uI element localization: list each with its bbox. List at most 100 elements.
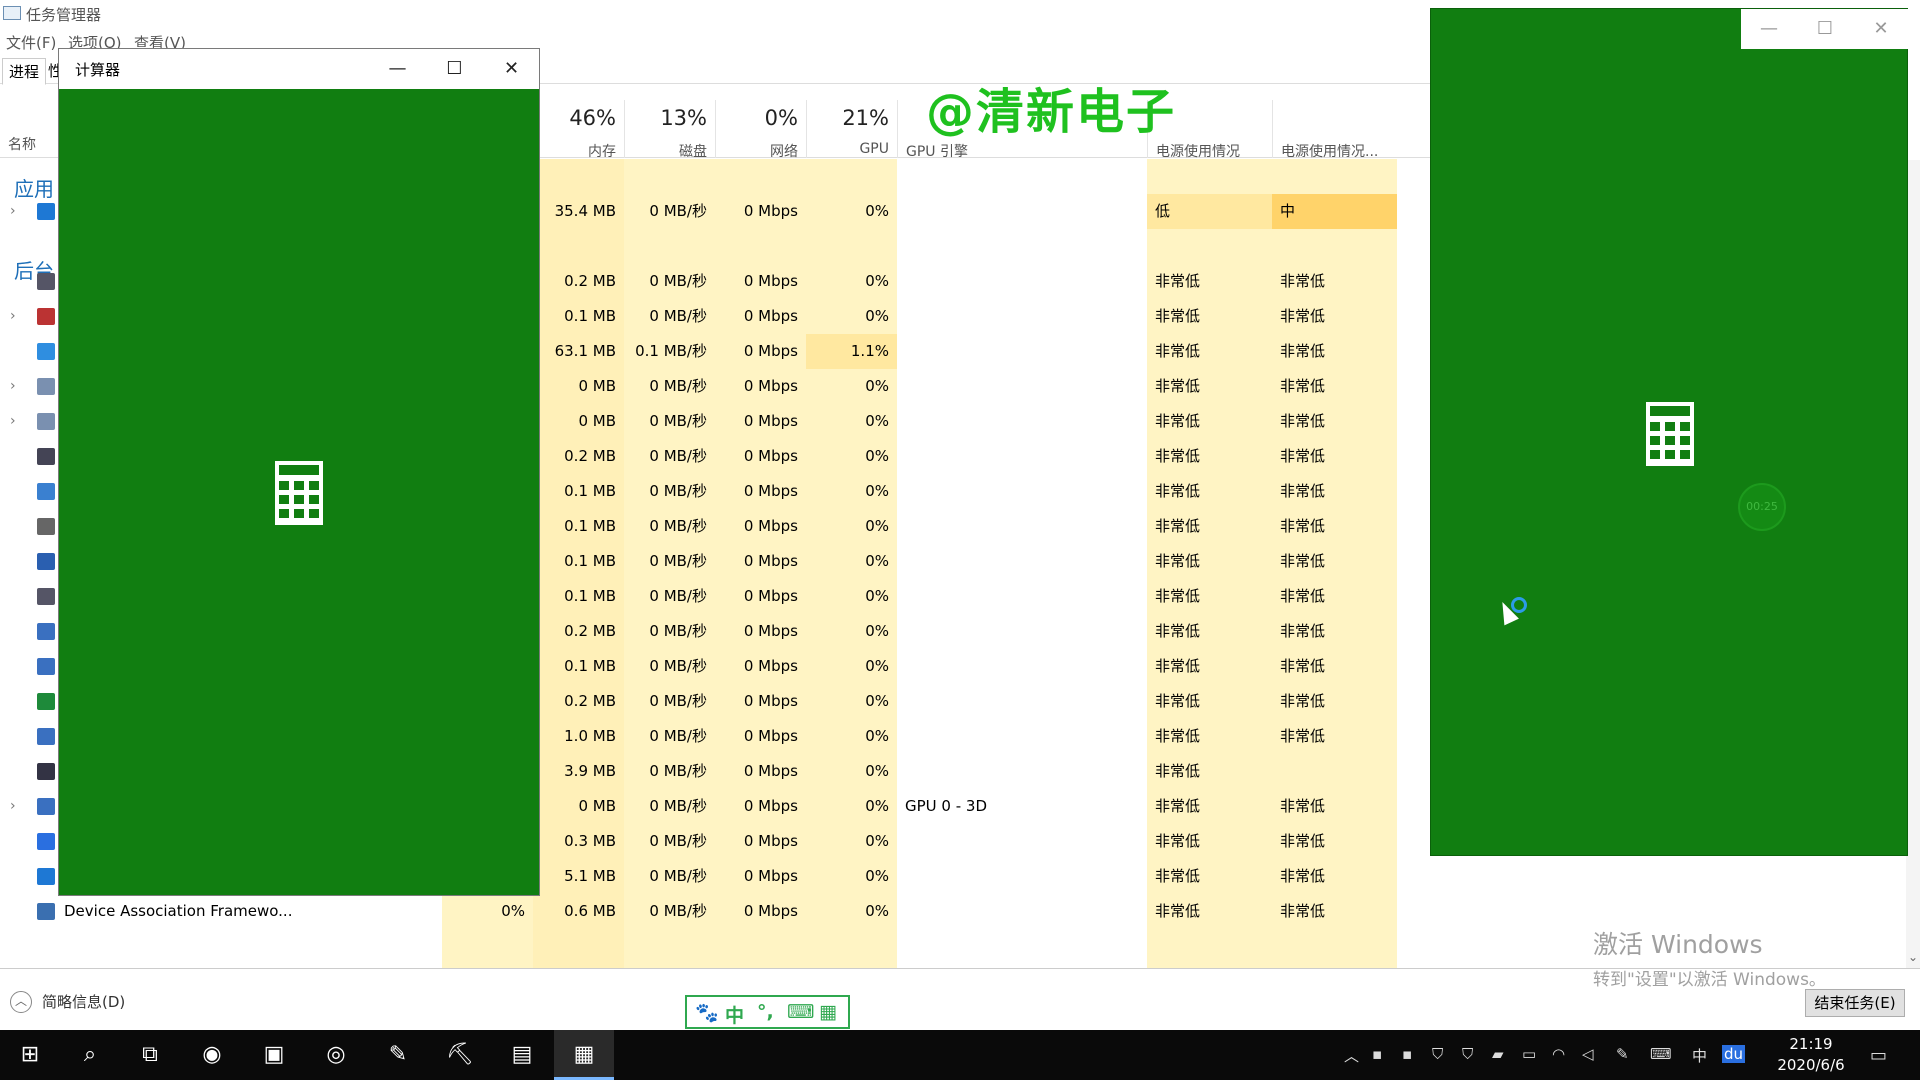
task-manager-taskbar-icon[interactable]: ▤ <box>492 1030 552 1080</box>
column-header-disk[interactable]: 13% 磁盘 <box>624 100 715 160</box>
security-icon[interactable]: ⛉ <box>1462 1045 1473 1063</box>
cell-power-trend: 非常低 <box>1280 692 1326 710</box>
expand-chevron-icon[interactable]: › <box>10 299 16 334</box>
cell-power <box>1147 229 1272 264</box>
process-icon <box>37 553 55 570</box>
calculator-titlebar[interactable]: 计算器 — ☐ ✕ <box>59 49 539 89</box>
volume-icon[interactable]: ◁ <box>1582 1045 1594 1063</box>
close-icon[interactable]: ✕ <box>1853 9 1909 49</box>
process-icon <box>37 658 55 675</box>
cell-disk: 0 MB/秒 <box>649 412 707 430</box>
cell-disk: 0 MB/秒 <box>649 202 707 220</box>
chrome-icon[interactable]: ◉ <box>182 1030 242 1080</box>
search-icon[interactable]: ⌕ <box>60 1030 120 1080</box>
cell-power-trend: 非常低 <box>1280 552 1326 570</box>
cell-mem: 35.4 MB <box>554 202 616 220</box>
paw-icon[interactable]: 🐾 <box>695 1001 719 1024</box>
battery-icon[interactable]: ▭ <box>1522 1045 1536 1063</box>
cell-power-trend: 非常低 <box>1280 727 1326 745</box>
document-editor-icon[interactable]: ✎ <box>368 1030 428 1080</box>
cell-power: 非常低 <box>1155 272 1201 290</box>
cell-engine <box>897 579 1147 614</box>
cell-power-trend: 非常低 <box>1280 797 1326 815</box>
start-windows-icon[interactable]: ⊞ <box>0 1030 60 1080</box>
shield-icon[interactable]: ⛉ <box>1432 1045 1443 1063</box>
clock[interactable]: 21:19 2020/6/6 <box>1758 1034 1864 1076</box>
tab-processes[interactable]: 进程 <box>2 58 47 85</box>
cell-power: 非常低 <box>1155 832 1201 850</box>
network-label: 网络 <box>770 144 798 160</box>
vertical-scrollbar[interactable]: ⌄ <box>1906 160 1920 970</box>
process-icon <box>37 308 55 325</box>
cell-gpu: 0% <box>865 832 889 850</box>
cell-net: 0 Mbps <box>743 657 798 675</box>
column-header-memory[interactable]: 46% 内存 <box>533 100 624 160</box>
app-image-icon[interactable]: ▣ <box>244 1030 304 1080</box>
cell-mem: 0.1 MB <box>564 587 616 605</box>
pickaxe-icon[interactable]: ⛏ <box>430 1030 490 1080</box>
cell-disk <box>624 229 715 264</box>
calculator-right-titlebar[interactable]: — ☐ ✕ <box>1741 9 1909 49</box>
task-view-icon[interactable]: ⧉ <box>120 1030 180 1080</box>
close-icon[interactable]: ✕ <box>483 49 540 89</box>
cell-engine <box>897 824 1147 859</box>
task-manager-titlebar[interactable]: 任务管理器 <box>0 0 1430 28</box>
tray-app-icon[interactable]: ▪ <box>1372 1045 1382 1063</box>
cell-engine <box>897 229 1147 264</box>
maximize-icon[interactable]: ☐ <box>426 49 483 89</box>
column-header-gpu[interactable]: 21% GPU <box>806 100 897 158</box>
punctuation-mode[interactable]: °, <box>757 1001 774 1023</box>
cell-engine <box>897 649 1147 684</box>
disk-percent: 13% <box>660 106 707 130</box>
minimize-icon[interactable]: — <box>1741 9 1797 49</box>
scroll-down-icon[interactable]: ⌄ <box>1908 950 1918 964</box>
maximize-icon[interactable]: ☐ <box>1797 9 1853 49</box>
cell-mem: 0.2 MB <box>564 447 616 465</box>
minimize-icon[interactable]: — <box>369 49 426 89</box>
pen-icon[interactable]: ✎ <box>1616 1045 1629 1063</box>
menu-file[interactable]: 文件(F) <box>6 32 56 53</box>
process-icon <box>37 413 55 430</box>
cell-engine <box>897 404 1147 439</box>
keyboard-icon[interactable]: ⌨ <box>787 1001 814 1023</box>
ime-mode-chinese[interactable]: 中 <box>725 1001 744 1028</box>
expand-chevron-icon[interactable]: › <box>10 404 16 439</box>
end-task-button[interactable]: 结束任务(E) <box>1805 989 1905 1017</box>
expand-chevron-icon[interactable]: › <box>10 369 16 404</box>
cell-engine <box>897 159 1147 194</box>
cell-disk <box>624 159 715 194</box>
collapse-chevron-icon[interactable]: ︿ <box>10 991 32 1013</box>
wifi-icon[interactable]: ◠ <box>1552 1045 1565 1063</box>
calculator-taskbar-icon[interactable]: ▦ <box>554 1030 614 1080</box>
cell-gpu <box>806 159 897 194</box>
keyboard-icon[interactable]: ⌨ <box>1650 1045 1672 1063</box>
nvidia-icon[interactable]: ▰ <box>1492 1045 1504 1063</box>
cell-power-trend <box>1272 229 1397 264</box>
tray-overflow-icon[interactable]: ︿ <box>1344 1045 1359 1066</box>
notification-icon[interactable]: ▭ <box>1870 1045 1887 1066</box>
table-row[interactable]: Device Association Framewo... 0% 0.6 MB 0 M… <box>0 894 1400 929</box>
cell-disk: 0 MB/秒 <box>649 377 707 395</box>
expand-chevron-icon[interactable]: › <box>10 789 16 824</box>
cell-gpu: 0% <box>865 657 889 675</box>
gpu-engine-label: GPU 引擎 <box>906 144 968 160</box>
brief-info-link[interactable]: 简略信息(D) <box>42 991 125 1012</box>
memory-label: 内存 <box>588 144 616 160</box>
expand-chevron-icon[interactable]: › <box>10 194 16 229</box>
calculator-window-left: 计算器 — ☐ ✕ <box>58 48 540 896</box>
toolbox-icon[interactable]: ▦ <box>819 1001 837 1023</box>
cell-net: 0 Mbps <box>743 762 798 780</box>
column-header-name[interactable]: 名称 <box>8 134 36 154</box>
column-header-network[interactable]: 0% 网络 <box>715 100 806 160</box>
process-icon <box>37 483 55 500</box>
tray-app2-icon[interactable]: ▪ <box>1402 1045 1412 1063</box>
cell-net: 0 Mbps <box>743 797 798 815</box>
ime-indicator[interactable]: 中 <box>1692 1045 1707 1066</box>
netease-music-icon[interactable]: ◎ <box>306 1030 366 1080</box>
cell-gpu: 0% <box>865 762 889 780</box>
column-header-power-trend[interactable]: 电源使用情况... <box>1272 100 1397 160</box>
baidu-icon[interactable]: du <box>1722 1045 1746 1063</box>
cell-power-trend: 非常低 <box>1280 867 1326 885</box>
cell-net: 0 Mbps <box>743 552 798 570</box>
cell-power: 非常低 <box>1155 867 1201 885</box>
